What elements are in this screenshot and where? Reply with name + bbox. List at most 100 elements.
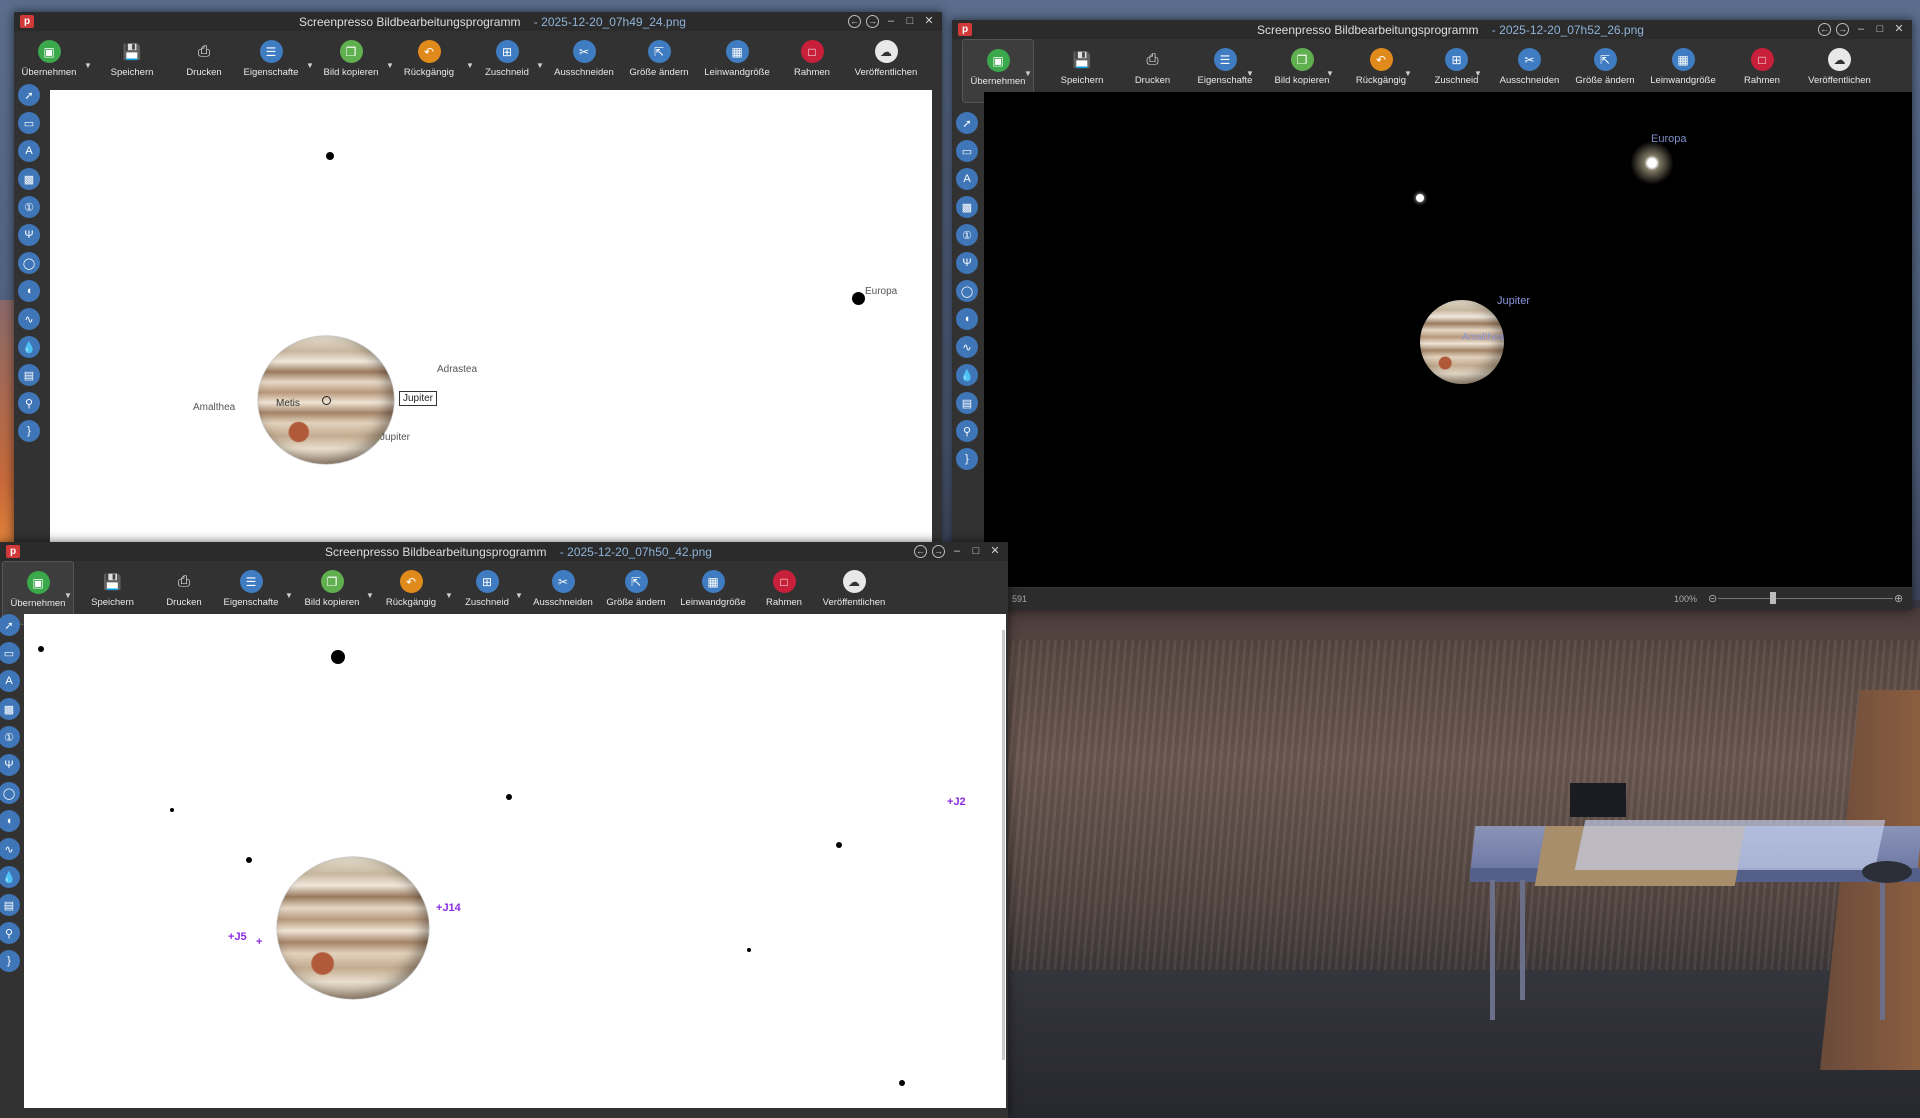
zoom-tool-icon[interactable]: ⚲	[956, 420, 978, 442]
maximize-icon[interactable]: □	[969, 544, 983, 558]
accept-dropdown-icon[interactable]: ▼	[1024, 69, 1032, 78]
back-icon[interactable]: ←	[1818, 22, 1831, 36]
copy-dropdown-icon[interactable]: ▼	[366, 591, 374, 600]
maximize-icon[interactable]: □	[903, 14, 917, 28]
brace-tool-icon[interactable]: }	[956, 448, 978, 470]
image-tool-icon[interactable]: ▤	[18, 364, 40, 386]
freehand-tool-icon[interactable]: ∿	[956, 336, 978, 358]
brace-tool-icon[interactable]: }	[18, 420, 40, 442]
europa-label: Europa	[1651, 133, 1687, 145]
window-title: Screenpresso Bildbearbeitungsprogramm	[299, 15, 521, 29]
forward-icon[interactable]: →	[932, 544, 945, 558]
accept-dropdown-icon[interactable]: ▼	[64, 591, 72, 600]
close-icon[interactable]: ✕	[988, 544, 1002, 558]
zoom-out-icon[interactable]: ⊝	[1708, 592, 1717, 605]
crop-button[interactable]: ⊞ Zuschneid	[476, 31, 538, 93]
undo-dropdown-icon[interactable]: ▼	[466, 61, 474, 70]
text-tool-icon[interactable]: A	[18, 140, 40, 162]
forward-icon[interactable]: →	[1836, 22, 1849, 36]
step-number-tool-icon[interactable]: ①	[956, 224, 978, 246]
resize-button[interactable]: ⇱ Größe ändern	[624, 31, 694, 93]
properties-dropdown-icon[interactable]: ▼	[306, 61, 314, 70]
image-tool-icon[interactable]: ▤	[0, 894, 20, 916]
step-number-tool-icon[interactable]: ①	[0, 726, 20, 748]
zoom-in-icon[interactable]: ⊕	[1894, 592, 1903, 605]
freehand-tool-icon[interactable]: ∿	[0, 838, 20, 860]
image-canvas-white[interactable]: +J2 +J14 +J5 +	[24, 614, 1006, 1108]
properties-button[interactable]: ☰ Eigenschafte	[238, 31, 304, 93]
crop-dropdown-icon[interactable]: ▼	[536, 61, 544, 70]
crop-dropdown-icon[interactable]: ▼	[515, 591, 523, 600]
highlighter-tool-icon[interactable]: Ψ	[18, 224, 40, 246]
back-icon[interactable]: ←	[914, 544, 927, 558]
blur-tool-icon[interactable]: 💧	[956, 364, 978, 386]
crop-dropdown-icon[interactable]: ▼	[1474, 69, 1482, 78]
printer-icon: ⎙	[197, 43, 210, 60]
highlighter-tool-icon[interactable]: Ψ	[0, 754, 20, 776]
window-file-name: - 2025-12-20_07h49_24.png	[533, 15, 686, 29]
image-canvas-dark[interactable]: Europa Jupiter Amalthea	[984, 92, 1912, 587]
vertical-scrollbar[interactable]	[1002, 630, 1005, 1060]
floppy-icon: 💾	[122, 43, 142, 61]
save-button[interactable]: 💾 Speichern	[102, 31, 162, 93]
image-tool-icon[interactable]: ▤	[956, 392, 978, 414]
blur-tool-icon[interactable]: 💧	[18, 336, 40, 358]
print-button[interactable]: ⎙ Drucken	[174, 31, 234, 93]
copy-image-button[interactable]: ❐ Bild kopieren	[316, 31, 386, 93]
frame-button[interactable]: □ Rahmen	[784, 31, 840, 93]
minimize-icon[interactable]: –	[1854, 22, 1868, 36]
table-leg	[1490, 880, 1495, 1020]
brace-tool-icon[interactable]: }	[0, 950, 20, 972]
frame-icon: □	[772, 570, 796, 593]
j5-marker: +J5	[228, 931, 247, 943]
zoom-slider-thumb[interactable]	[1770, 592, 1776, 604]
undo-dropdown-icon[interactable]: ▼	[445, 591, 453, 600]
step-number-tool-icon[interactable]: ①	[18, 196, 40, 218]
zoom-tool-icon[interactable]: ⚲	[18, 392, 40, 414]
ellipse-tool-icon[interactable]: ◯	[18, 252, 40, 274]
magnifier-shape-tool-icon[interactable]: ◖	[18, 280, 40, 302]
arrow-tool-icon[interactable]: ➚	[0, 614, 20, 636]
copy-dropdown-icon[interactable]: ▼	[1326, 69, 1334, 78]
rectangle-tool-icon[interactable]: ▭	[0, 642, 20, 664]
freehand-tool-icon[interactable]: ∿	[18, 308, 40, 330]
cut-button[interactable]: ✂ Ausschneiden	[548, 31, 620, 93]
properties-dropdown-icon[interactable]: ▼	[1246, 69, 1254, 78]
publish-button[interactable]: ☁ Veröffentlichen	[840, 31, 932, 93]
accept-dropdown-icon[interactable]: ▼	[84, 61, 92, 70]
undo-dropdown-icon[interactable]: ▼	[1404, 69, 1412, 78]
arrow-tool-icon[interactable]: ➚	[18, 84, 40, 106]
close-icon[interactable]: ✕	[1892, 22, 1906, 36]
callout-tool-icon[interactable]: ▩	[956, 196, 978, 218]
undo-button[interactable]: ↶ Rückgängig	[394, 31, 464, 93]
copy-dropdown-icon[interactable]: ▼	[386, 61, 394, 70]
rectangle-tool-icon[interactable]: ▭	[18, 112, 40, 134]
properties-dropdown-icon[interactable]: ▼	[285, 591, 293, 600]
ellipse-tool-icon[interactable]: ◯	[0, 782, 20, 804]
ellipse-tool-icon[interactable]: ◯	[956, 280, 978, 302]
forward-icon[interactable]: →	[866, 14, 879, 28]
magnifier-shape-tool-icon[interactable]: ◖	[0, 810, 20, 832]
minimize-icon[interactable]: –	[950, 544, 964, 558]
star-dot	[747, 948, 751, 952]
callout-tool-icon[interactable]: ▩	[0, 698, 20, 720]
canvas-size-button[interactable]: ▦ Leinwandgröße	[696, 31, 778, 93]
callout-tool-icon[interactable]: ▩	[18, 168, 40, 190]
arrow-tool-icon[interactable]: ➚	[956, 112, 978, 134]
image-canvas-white[interactable]: Europa Adrastea Amalthea Metis Jupiter J…	[50, 90, 932, 542]
moon-marker: +	[256, 936, 263, 948]
text-tool-icon[interactable]: A	[956, 168, 978, 190]
rectangle-tool-icon[interactable]: ▭	[956, 140, 978, 162]
screenpresso-app-icon: p	[6, 545, 20, 558]
close-icon[interactable]: ✕	[922, 14, 936, 28]
minimize-icon[interactable]: –	[884, 14, 898, 28]
magnifier-shape-tool-icon[interactable]: ◖	[956, 308, 978, 330]
zoom-slider[interactable]	[1718, 598, 1893, 599]
back-icon[interactable]: ←	[848, 14, 861, 28]
text-tool-icon[interactable]: A	[0, 670, 20, 692]
maximize-icon[interactable]: □	[1873, 22, 1887, 36]
highlighter-tool-icon[interactable]: Ψ	[956, 252, 978, 274]
blur-tool-icon[interactable]: 💧	[0, 866, 20, 888]
copy-icon: ❐	[339, 40, 363, 63]
zoom-tool-icon[interactable]: ⚲	[0, 922, 20, 944]
